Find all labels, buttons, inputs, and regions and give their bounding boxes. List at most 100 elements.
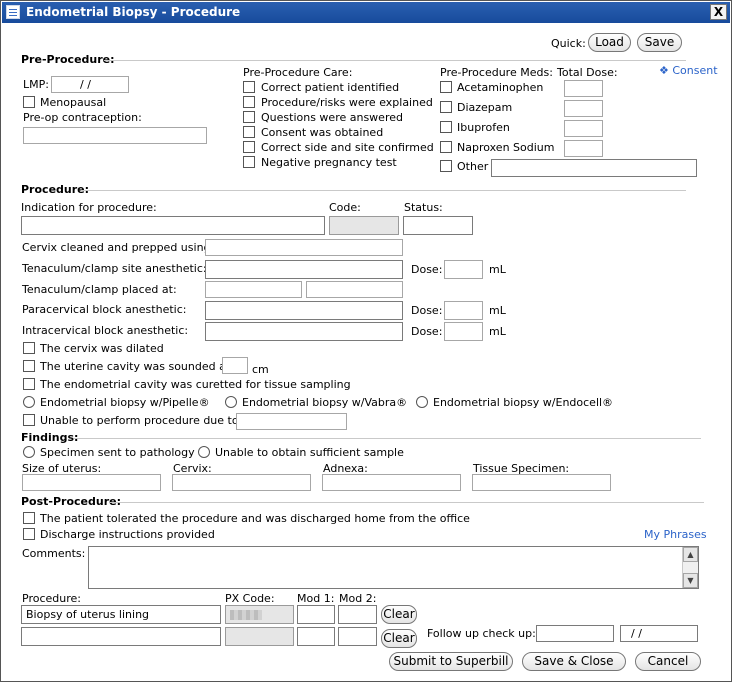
lmp-label: LMP: — [23, 78, 49, 91]
discharge-label: Discharge instructions provided — [40, 528, 215, 541]
save-close-button[interactable]: Save & Close — [522, 652, 626, 671]
med-checkbox[interactable] — [440, 101, 452, 113]
status-field[interactable] — [403, 216, 473, 235]
menopausal-label: Menopausal — [40, 96, 107, 109]
biopsy-pipelle-radio[interactable] — [23, 396, 35, 408]
form-icon — [6, 5, 20, 19]
cancel-button[interactable]: Cancel — [635, 652, 701, 671]
unable-sample-radio[interactable] — [198, 446, 210, 458]
comments-scrollbar[interactable]: ▲ ▼ — [682, 547, 698, 588]
care-checkbox[interactable] — [243, 81, 255, 93]
med-dose-field[interactable] — [564, 100, 603, 117]
med-label: Ibuprofen — [457, 121, 510, 134]
billing-procedure-field[interactable]: Biopsy of uterus lining — [21, 605, 221, 624]
care-checkbox[interactable] — [243, 111, 255, 123]
title-bar: Endometrial Biopsy - Procedure X — [2, 2, 730, 23]
cervix-prep-field[interactable] — [205, 239, 403, 256]
unable-reason-field[interactable] — [236, 413, 347, 430]
unable-checkbox[interactable] — [23, 414, 35, 426]
med-dose-field[interactable] — [564, 140, 603, 157]
curetted-checkbox[interactable] — [23, 378, 35, 390]
med-checkbox[interactable] — [440, 121, 452, 133]
code-label: Code: — [329, 201, 361, 214]
tissue-specimen-field[interactable] — [472, 474, 611, 491]
care-checkbox[interactable] — [243, 96, 255, 108]
mod1-field[interactable] — [297, 605, 335, 624]
other-med-field[interactable] — [491, 159, 697, 177]
window-title: Endometrial Biopsy - Procedure — [26, 5, 241, 19]
billing-procedure-field-2[interactable] — [21, 627, 221, 646]
specimen-sent-radio[interactable] — [23, 446, 35, 458]
findings-heading: Findings: — [21, 431, 79, 444]
cervix-field[interactable] — [172, 474, 311, 491]
discharge-checkbox[interactable] — [23, 528, 35, 540]
med-checkbox[interactable] — [440, 160, 452, 172]
mod2-field[interactable] — [338, 605, 377, 624]
care-item: Correct side and site confirmed — [261, 141, 434, 154]
close-button[interactable]: X — [710, 4, 727, 20]
tenaculum-dose-field[interactable] — [444, 260, 483, 279]
scroll-up-arrow-icon[interactable]: ▲ — [683, 547, 698, 562]
uterus-size-field[interactable] — [22, 474, 161, 491]
px-code-label: PX Code: — [225, 592, 275, 605]
clear-button-2[interactable]: Clear — [381, 629, 417, 648]
submit-superbill-button[interactable]: Submit to Superbill — [389, 652, 513, 671]
med-label: Naproxen Sodium — [457, 141, 555, 154]
care-item: Correct patient identified — [261, 81, 400, 94]
ml-unit: mL — [489, 304, 506, 317]
specimen-sent-label: Specimen sent to pathology — [40, 446, 195, 459]
menopausal-checkbox[interactable] — [23, 96, 35, 108]
tenaculum-placed-field-2[interactable] — [306, 281, 403, 298]
med-dose-field[interactable] — [564, 120, 603, 137]
tenaculum-placed-field-1[interactable] — [205, 281, 302, 298]
intracervical-label: Intracervical block anesthetic: — [22, 324, 189, 337]
my-phrases-link[interactable]: My Phrases — [644, 528, 707, 541]
follow-up-date-field[interactable]: / / — [620, 625, 698, 642]
follow-up-field[interactable] — [536, 625, 614, 642]
clear-button[interactable]: Clear — [381, 605, 417, 624]
scroll-down-arrow-icon[interactable]: ▼ — [683, 573, 698, 588]
status-label: Status: — [404, 201, 443, 214]
adnexa-field[interactable] — [322, 474, 461, 491]
tolerated-label: The patient tolerated the procedure and … — [40, 512, 470, 525]
lmp-date-field[interactable]: / / — [51, 76, 129, 93]
comments-textarea[interactable]: ▲ ▼ — [88, 546, 699, 589]
mod2-field-2[interactable] — [338, 627, 377, 646]
sounded-depth-field[interactable] — [222, 357, 248, 374]
consent-link[interactable]: ❖ Consent — [659, 64, 718, 77]
dilated-checkbox[interactable] — [23, 342, 35, 354]
mod1-field-2[interactable] — [297, 627, 335, 646]
total-dose-label: Total Dose: — [557, 66, 618, 79]
med-dose-field[interactable] — [564, 80, 603, 97]
care-checkbox[interactable] — [243, 126, 255, 138]
ml-unit: mL — [489, 263, 506, 276]
quick-label: Quick: — [551, 37, 586, 50]
code-field — [329, 216, 399, 235]
care-item: Questions were answered — [261, 111, 403, 124]
consent-icon: ❖ — [659, 64, 673, 77]
paracervical-field[interactable] — [205, 301, 403, 320]
intracervical-dose-field[interactable] — [444, 322, 483, 341]
biopsy-endocell-radio[interactable] — [416, 396, 428, 408]
sounded-checkbox[interactable] — [23, 360, 35, 372]
contraception-field[interactable] — [23, 127, 207, 144]
ml-unit: mL — [489, 325, 506, 338]
indication-field[interactable] — [21, 216, 325, 235]
quick-load-button[interactable]: Load — [588, 33, 631, 52]
section-divider — [81, 190, 686, 191]
tenaculum-placed-label: Tenaculum/clamp placed at: — [22, 283, 177, 296]
tenaculum-anesthetic-field[interactable] — [205, 260, 403, 279]
tolerated-checkbox[interactable] — [23, 512, 35, 524]
care-item: Procedure/risks were explained — [261, 96, 433, 109]
care-checkbox[interactable] — [243, 156, 255, 168]
meds-label: Pre-Procedure Meds: — [440, 66, 553, 79]
quick-save-button[interactable]: Save — [637, 33, 682, 52]
care-checkbox[interactable] — [243, 141, 255, 153]
paracervical-dose-field[interactable] — [444, 301, 483, 320]
unable-sample-label: Unable to obtain sufficient sample — [215, 446, 404, 459]
intracervical-field[interactable] — [205, 322, 403, 341]
med-checkbox[interactable] — [440, 81, 452, 93]
procedure-heading: Procedure: — [21, 183, 90, 196]
biopsy-vabra-radio[interactable] — [225, 396, 237, 408]
med-checkbox[interactable] — [440, 141, 452, 153]
